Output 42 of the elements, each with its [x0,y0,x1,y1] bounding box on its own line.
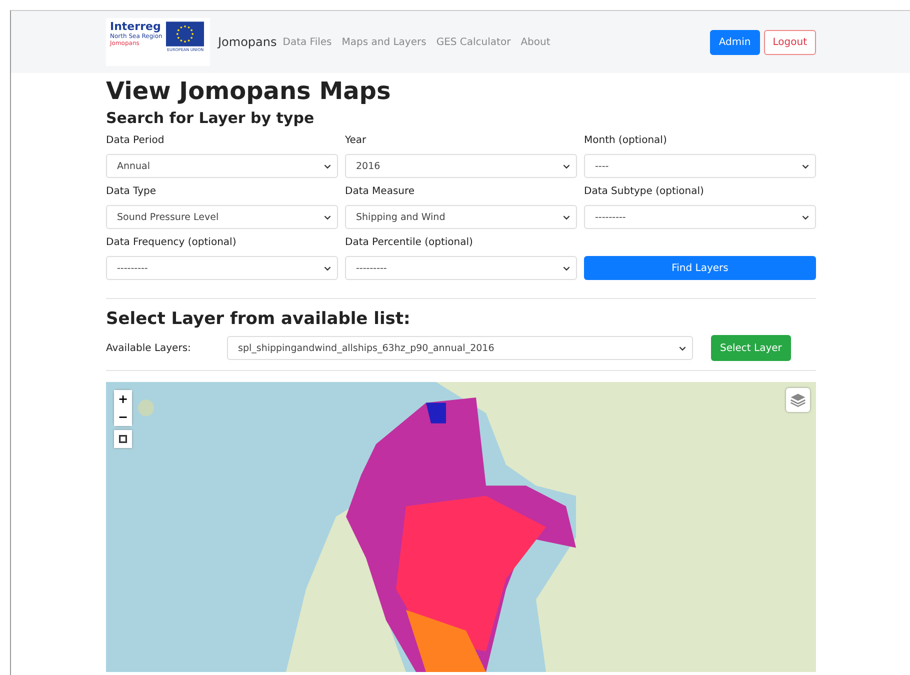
field-label: Data Period [106,135,166,148]
select-field[interactable]: Shipping and Wind [345,205,577,229]
layers-icon [789,391,807,409]
chevron-icon [679,346,686,350]
field-label: Data Subtype (optional) [584,186,705,199]
logout-button[interactable]: Logout [764,30,816,54]
chevron-icon [563,164,570,168]
select-field[interactable]: --------- [106,256,338,280]
select-field[interactable]: ---- [584,154,816,178]
square-icon [119,435,127,443]
section-heading: Search for Layer by type [106,109,316,127]
field-label: Data Percentile (optional) [345,237,474,250]
select-field[interactable]: --------- [584,205,816,229]
find-layers-button[interactable]: Find Layers [584,256,816,280]
field-label: Data Type [106,186,158,199]
page-title: View Jomopans Maps [106,77,392,105]
fullscreen-button[interactable] [114,430,132,448]
chevron-icon [563,266,570,270]
admin-button[interactable]: Admin [710,30,760,54]
field-label: Data Frequency (optional) [106,237,238,250]
chevron-icon [563,214,570,220]
field-label: Month (optional) [584,135,668,148]
select-field[interactable]: Sound Pressure Level [106,205,338,229]
field-label: Data Measure [345,186,416,199]
field-label: Available Layers: [106,342,192,354]
zoom-out-button[interactable]: − [114,408,132,426]
select-field[interactable]: 2016 [345,154,577,178]
chevron-icon [802,164,809,168]
field-label: Year [345,135,368,148]
logo-title: Interreg [110,21,162,33]
section-heading: Select Layer from available list: [106,309,412,329]
chevron-icon [324,164,331,168]
brand-link[interactable]: Jomopans [218,35,277,49]
select-field[interactable]: Annual [106,154,338,178]
select-field[interactable]: --------- [345,256,577,280]
layer-select-field[interactable]: spl_shippingandwind_allships_63hz_p90_annual_2016 [227,336,693,360]
eu-flag-icon [166,21,204,47]
zoom-in-button[interactable]: + [114,390,132,408]
chevron-icon [324,214,331,220]
layers-button[interactable] [786,388,810,412]
chevron-icon [802,214,809,220]
chevron-icon [324,266,331,270]
